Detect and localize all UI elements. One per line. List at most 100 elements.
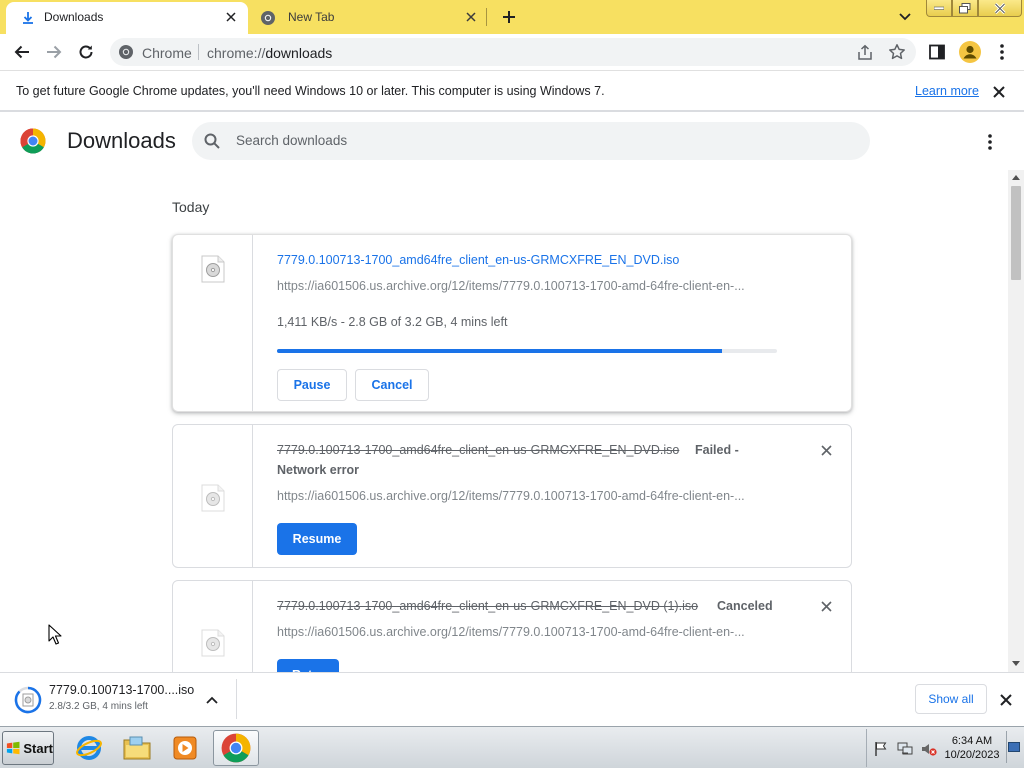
file-icon-column xyxy=(173,235,253,411)
reload-button[interactable] xyxy=(74,40,98,64)
new-tab-button[interactable] xyxy=(498,6,520,28)
cancel-button[interactable]: Cancel xyxy=(355,369,429,401)
download-filename: 7779.0.100713-1700_amd64fre_client_en-us… xyxy=(277,599,699,613)
tab-separator xyxy=(486,8,487,26)
chrome-icon[interactable] xyxy=(213,730,259,766)
window-controls xyxy=(926,0,1022,18)
back-button[interactable] xyxy=(10,40,34,64)
show-all-button[interactable]: Show all xyxy=(915,684,987,714)
file-explorer-icon[interactable] xyxy=(114,730,160,766)
action-center-flag-icon[interactable] xyxy=(873,741,889,757)
close-shelf-icon[interactable] xyxy=(996,690,1016,710)
tab-strip: Downloads New Tab xyxy=(0,0,1024,34)
address-bar[interactable]: Chrome chrome://downloads xyxy=(110,38,916,66)
download-filename: 7779.0.100713-1700_amd64fre_client_en-us… xyxy=(277,443,680,457)
download-icon xyxy=(20,10,36,26)
downloads-header: Downloads Search downloads xyxy=(0,114,1024,170)
side-panel-button[interactable] xyxy=(927,42,947,62)
resume-button[interactable]: Resume xyxy=(277,523,357,555)
disc-file-icon xyxy=(201,255,225,283)
download-shelf: 7779.0.100713-1700....iso 2.8/3.2 GB, 4 … xyxy=(0,672,1024,726)
close-tab-icon[interactable] xyxy=(222,8,240,26)
tab-downloads[interactable]: Downloads xyxy=(6,2,248,34)
avatar-icon xyxy=(959,41,981,63)
minimize-button[interactable] xyxy=(926,0,952,17)
kebab-menu-icon xyxy=(988,134,992,150)
download-source-url[interactable]: https://ia601506.us.archive.org/12/items… xyxy=(277,489,745,503)
forward-arrow-icon xyxy=(47,45,62,59)
chrome-menu-button[interactable] xyxy=(992,42,1012,62)
scroll-down-arrow-icon xyxy=(1012,661,1020,666)
url-text[interactable]: chrome://downloads xyxy=(207,45,332,61)
tab-new-tab[interactable]: New Tab xyxy=(250,0,488,34)
downloads-more-actions-button[interactable] xyxy=(980,132,1000,152)
url-host: downloads xyxy=(265,45,333,61)
url-scheme: chrome:// xyxy=(207,45,266,61)
download-progress-bar xyxy=(277,349,777,353)
download-item-canceled: 7779.0.100713-1700_amd64fre_client_en-us… xyxy=(172,580,852,672)
tab-search-chevron-icon[interactable] xyxy=(894,7,916,27)
download-filename-link[interactable]: 7779.0.100713-1700_amd64fre_client_en-us… xyxy=(277,253,679,267)
scroll-up-arrow-icon xyxy=(1012,175,1020,180)
chrome-logo-icon xyxy=(20,128,46,154)
tab-title: New Tab xyxy=(288,10,335,24)
downloads-list: Today 7779.0.100713-1700_amd64fre_client… xyxy=(0,170,1008,672)
download-progress-ring-icon[interactable] xyxy=(14,686,42,714)
share-icon[interactable] xyxy=(856,44,874,62)
system-tray: 6:34 AM 10/20/2023 xyxy=(866,729,1024,767)
download-source-url[interactable]: https://ia601506.us.archive.org/12/items… xyxy=(277,625,745,639)
internet-explorer-icon[interactable] xyxy=(66,730,112,766)
scroll-thumb[interactable] xyxy=(1011,186,1021,280)
disc-file-icon xyxy=(201,484,225,512)
remove-download-icon[interactable] xyxy=(817,441,835,459)
start-button[interactable]: Start xyxy=(2,731,54,765)
pause-button[interactable]: Pause xyxy=(277,369,347,401)
clock-time[interactable]: 6:34 AM xyxy=(937,735,1007,747)
shelf-filename[interactable]: 7779.0.100713-1700....iso xyxy=(49,683,194,697)
windows-taskbar: Start 6:34 AM 10/20/2023 xyxy=(0,726,1024,768)
bookmark-star-icon[interactable] xyxy=(888,43,906,61)
shelf-status: 2.8/3.2 GB, 4 mins left xyxy=(49,701,148,712)
show-desktop-button[interactable] xyxy=(1006,731,1020,763)
search-icon xyxy=(204,133,220,149)
disc-file-icon xyxy=(201,629,225,657)
site-chip-label: Chrome xyxy=(142,45,192,61)
reload-icon xyxy=(79,45,93,59)
download-source-url[interactable]: https://ia601506.us.archive.org/12/items… xyxy=(277,279,745,293)
page-scrollbar[interactable] xyxy=(1008,170,1024,672)
kebab-menu-icon xyxy=(1000,44,1004,60)
volume-muted-icon[interactable] xyxy=(921,741,937,757)
omnibox-separator xyxy=(198,44,199,60)
search-placeholder: Search downloads xyxy=(236,133,348,148)
download-progress-fill xyxy=(277,349,722,353)
chevron-up-icon[interactable] xyxy=(203,691,221,709)
close-infobar-icon[interactable] xyxy=(990,83,1008,101)
close-window-button[interactable] xyxy=(978,0,1022,17)
file-icon-column xyxy=(173,425,253,567)
close-tab-icon[interactable] xyxy=(462,8,480,26)
network-icon[interactable] xyxy=(897,741,913,757)
restore-button[interactable] xyxy=(952,0,978,17)
file-icon-column xyxy=(173,581,253,672)
search-downloads-input[interactable]: Search downloads xyxy=(192,122,870,160)
infobar-message: To get future Google Chrome updates, you… xyxy=(16,84,605,98)
forward-button[interactable] xyxy=(42,40,66,64)
clock-date[interactable]: 10/20/2023 xyxy=(937,749,1007,761)
shelf-divider xyxy=(236,679,237,719)
page-title: Downloads xyxy=(67,128,176,153)
download-status: Canceled xyxy=(717,599,773,613)
tab-title: Downloads xyxy=(44,10,104,24)
retry-button[interactable]: Retry xyxy=(277,659,339,672)
chrome-icon xyxy=(118,44,134,60)
download-status: Failed - xyxy=(695,443,739,457)
learn-more-link[interactable]: Learn more xyxy=(915,84,979,98)
download-item-failed: 7779.0.100713-1700_amd64fre_client_en-us… xyxy=(172,424,852,568)
back-arrow-icon xyxy=(14,45,29,59)
browser-toolbar: Chrome chrome://downloads xyxy=(0,34,1024,71)
download-item-in-progress: 7779.0.100713-1700_amd64fre_client_en-us… xyxy=(172,234,852,412)
update-infobar: To get future Google Chrome updates, you… xyxy=(0,72,1024,112)
media-player-icon[interactable] xyxy=(162,730,208,766)
remove-download-icon[interactable] xyxy=(817,597,835,615)
side-panel-icon xyxy=(929,44,945,60)
profile-avatar[interactable] xyxy=(958,40,982,64)
